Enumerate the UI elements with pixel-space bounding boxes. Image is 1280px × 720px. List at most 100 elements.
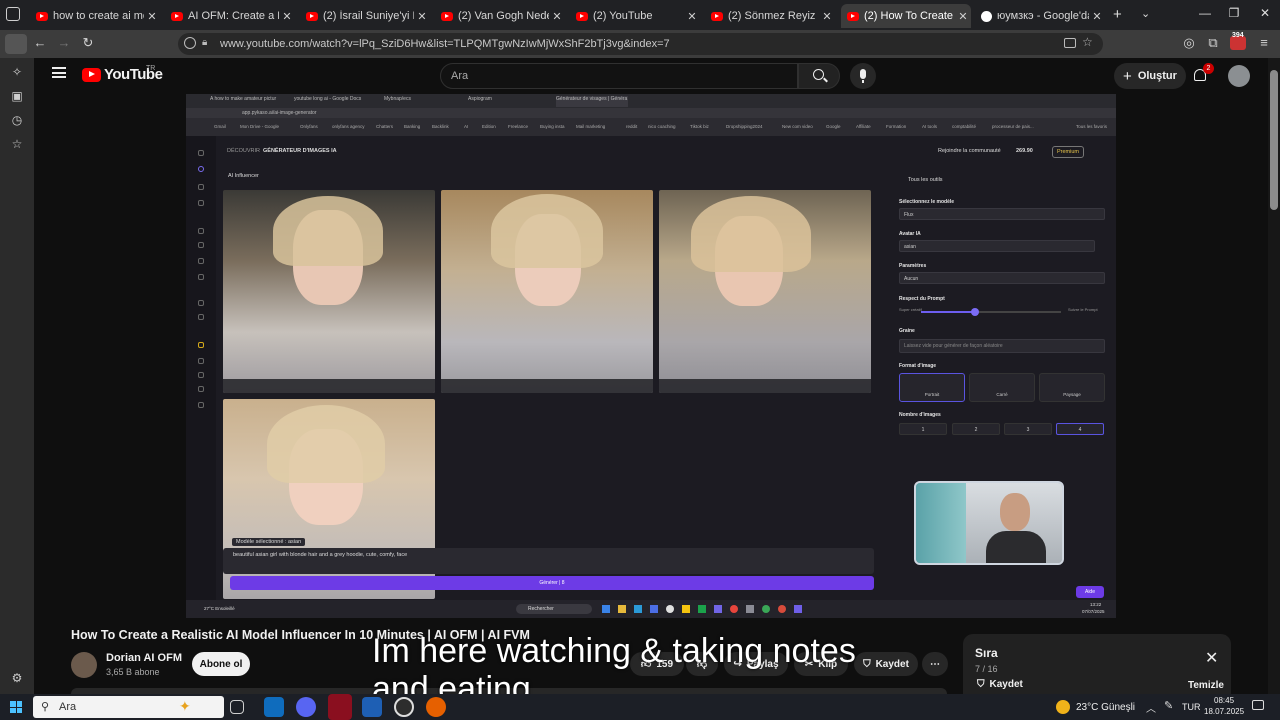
recorded-count-option: 2: [952, 423, 1000, 435]
restore-button[interactable]: ❐: [1219, 6, 1249, 20]
back-icon[interactable]: ←: [31, 35, 49, 50]
browser-tab[interactable]: (2) YouTube ✕: [570, 4, 700, 28]
close-tab-icon[interactable]: ✕: [1089, 10, 1105, 23]
tab-actions-icon[interactable]: [6, 7, 20, 21]
page-scrollbar[interactable]: [1268, 58, 1280, 694]
channel-name[interactable]: Dorian AI OFM: [106, 652, 182, 664]
recorded-model-label: Sélectionnez le modèle: [899, 199, 955, 205]
create-button[interactable]: + Oluştur: [1114, 63, 1186, 89]
window-close-button[interactable]: ✕: [1250, 6, 1280, 20]
browser-tab[interactable]: (2) Van Gogh Neden Bu Ka ✕: [435, 4, 565, 28]
recorded-clock: 13:22: [1090, 602, 1102, 607]
outlook-icon[interactable]: [264, 697, 284, 717]
tab-list-icon[interactable]: ⌄: [1141, 7, 1150, 20]
recorded-generate-button: Générer | 8: [230, 576, 874, 590]
youtube-icon: [36, 11, 48, 21]
close-tab-icon[interactable]: ✕: [279, 10, 295, 23]
address-bar[interactable]: 🔒︎ www.youtube.com/watch?v=lPq_SziD6Hw&l…: [178, 33, 1103, 55]
language-indicator[interactable]: TUR: [1182, 702, 1201, 712]
recorded-weather: 27°C Ensoleillé: [204, 606, 235, 611]
recorded-count-option: 3: [1004, 423, 1052, 435]
extensions-icon[interactable]: ⧉: [1204, 35, 1222, 51]
collections-icon[interactable]: ▣: [9, 88, 25, 104]
browser-tab[interactable]: AI OFM: Create a Profitable ✕: [165, 4, 295, 28]
browser-tab[interactable]: (2) İsrail Suniye'yi KALBİNDE ✕: [300, 4, 430, 28]
menu-icon[interactable]: ≡: [1255, 35, 1273, 50]
browser-tab[interactable]: юумзкэ - Google'da Ara ✕: [975, 4, 1105, 28]
queue-position: 7 / 16: [975, 664, 998, 674]
close-tab-icon[interactable]: ✕: [819, 10, 835, 23]
queue-clear-button[interactable]: Temizle: [1188, 680, 1224, 691]
reload-icon[interactable]: ↻: [79, 35, 97, 51]
subscribe-button[interactable]: Abone ol: [192, 652, 250, 676]
recorded-bookmarks-bar: Gmail Mon Drive - Google Onlyfans onlyfa…: [186, 118, 1116, 136]
notification-center-icon[interactable]: [1252, 700, 1264, 710]
tray-chevron-icon[interactable]: ︿: [1146, 700, 1156, 715]
account-icon[interactable]: ◎: [1180, 35, 1198, 51]
recorded-breadcrumb-current: GÉNÉRATEUR D'IMAGES IA: [263, 148, 337, 154]
recorded-app-sidebar: [186, 136, 216, 600]
taskbar-search[interactable]: ⚲ Ara ✦: [33, 696, 224, 718]
task-view-icon[interactable]: [230, 700, 244, 714]
settings-icon[interactable]: ⚙: [9, 670, 25, 686]
search-box[interactable]: Ara: [440, 63, 798, 89]
bookmark: comptabilité: [952, 124, 977, 129]
more-actions-button[interactable]: ⋯: [922, 652, 948, 676]
tracking-icon[interactable]: [184, 37, 196, 49]
close-tab-icon[interactable]: ✕: [144, 10, 160, 23]
close-tab-icon[interactable]: ✕: [549, 10, 565, 23]
youtube-icon: [711, 11, 723, 21]
channel-avatar[interactable]: [71, 652, 97, 678]
search-button[interactable]: [798, 63, 840, 89]
favorites-icon[interactable]: ☆: [9, 136, 25, 152]
install-app-icon[interactable]: [1064, 38, 1076, 48]
virtualbox-icon[interactable]: [362, 697, 382, 717]
recorded-params-label: Paramètres: [899, 263, 927, 269]
bookmark-star-icon[interactable]: ☆: [1082, 35, 1093, 49]
browser-tab[interactable]: how to create ai models fo ✕: [30, 4, 160, 28]
weather-icon[interactable]: [1056, 700, 1070, 714]
weather-text[interactable]: 23°C Güneşli: [1076, 702, 1135, 713]
start-icon[interactable]: [10, 701, 22, 713]
avatar[interactable]: [1228, 65, 1250, 87]
recorded-slider-thumb: [971, 308, 979, 316]
close-tab-icon[interactable]: ✕: [414, 10, 430, 23]
search-input[interactable]: Ara: [451, 70, 468, 82]
queue-close-icon[interactable]: ✕: [1205, 648, 1218, 668]
discord-icon[interactable]: [296, 697, 316, 717]
obs-icon[interactable]: [394, 697, 414, 717]
portrait-hair: [273, 196, 383, 266]
extension-badge-icon[interactable]: 394: [1230, 32, 1246, 50]
pen-icon[interactable]: ✎: [1164, 699, 1173, 712]
bookmark: Buying insta: [540, 124, 565, 129]
recorded-format-option: Paysage: [1039, 373, 1105, 402]
bookmark: Formation: [886, 124, 907, 129]
new-tab-button[interactable]: +: [1113, 6, 1122, 23]
bookmark: Freelance: [508, 124, 529, 129]
queue-save-button[interactable]: ⛉ Kaydet: [977, 679, 1023, 690]
history-icon[interactable]: ◷: [9, 112, 25, 128]
clock[interactable]: 08:45: [1214, 696, 1234, 705]
portrait-hair: [491, 194, 603, 268]
notifications-button[interactable]: 2: [1191, 63, 1214, 86]
date[interactable]: 18.07.2025: [1204, 707, 1244, 716]
copilot-icon[interactable]: ✧: [9, 64, 25, 80]
app-icon[interactable]: [328, 694, 352, 720]
recorded-tab: Générateur de visages | Généra: [556, 96, 628, 107]
close-tab-icon[interactable]: ✕: [684, 10, 700, 23]
scrollbar-thumb[interactable]: [1270, 70, 1278, 210]
recorded-date: 07/07/2025: [1082, 609, 1105, 614]
firefox-icon[interactable]: [426, 697, 446, 717]
browser-tab[interactable]: (2) Sönmez Reyiz I Askerlik ✕: [705, 4, 835, 28]
voice-search-button[interactable]: [850, 63, 876, 89]
browser-tab-active[interactable]: (2) How To Create a Re ✕: [841, 4, 971, 28]
sidebar-toggle-icon[interactable]: [5, 34, 27, 54]
generated-image-1: [223, 190, 435, 393]
hamburger-menu-icon[interactable]: [52, 67, 66, 78]
close-tab-icon[interactable]: ✕: [955, 10, 971, 23]
youtube-header: YouTube TR Ara + Oluştur 2: [34, 58, 1268, 94]
minimize-button[interactable]: —: [1190, 6, 1220, 20]
recorded-seed-label: Graine: [899, 328, 915, 334]
lock-icon[interactable]: 🔒︎: [202, 37, 207, 48]
forward-icon[interactable]: →: [55, 35, 73, 50]
